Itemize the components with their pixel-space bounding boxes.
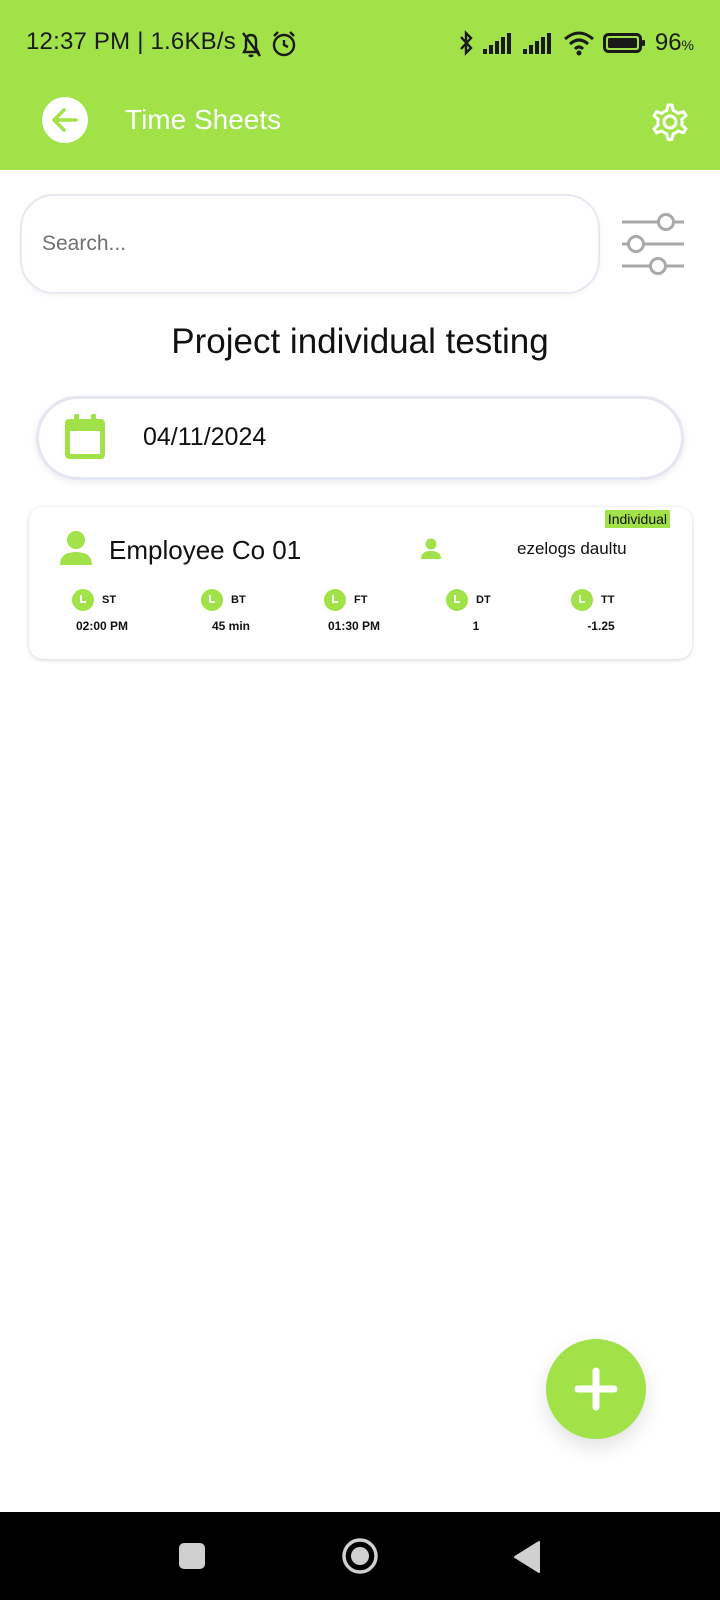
arrow-left-icon bbox=[52, 108, 78, 132]
stat-label: ST bbox=[102, 594, 117, 606]
recents-icon[interactable] bbox=[178, 1542, 206, 1570]
signal-icon bbox=[482, 33, 511, 54]
entry-type-badge: Individual bbox=[604, 510, 670, 528]
stat-value: 01:30 PM bbox=[327, 619, 381, 633]
stat-value: 45 min bbox=[211, 619, 250, 633]
clock-icon bbox=[446, 589, 468, 611]
clock-icon bbox=[201, 589, 223, 611]
stat-label: DT bbox=[476, 594, 491, 606]
clock-icon bbox=[324, 589, 346, 611]
date-picker[interactable]: 04/11/2024 bbox=[36, 396, 684, 480]
stat-break-time: BT 45 min bbox=[176, 589, 286, 649]
stat-dt: DT 1 bbox=[421, 589, 531, 649]
clock-icon bbox=[72, 589, 94, 611]
clock-icon bbox=[571, 589, 593, 611]
calendar-icon bbox=[65, 414, 105, 459]
status-notification-icons bbox=[242, 31, 296, 58]
stat-value: 1 bbox=[472, 619, 480, 633]
battery-percent: 96% bbox=[655, 29, 694, 57]
signal-icon bbox=[522, 33, 551, 54]
stat-finish-time: FT 01:30 PM bbox=[299, 589, 409, 649]
project-title: Project individual testing bbox=[171, 322, 549, 361]
date-value: 04/11/2024 bbox=[143, 423, 267, 451]
employee-name: Employee Co 01 bbox=[109, 535, 302, 565]
status-time: 12:37 PM | 1.6KB/s bbox=[26, 28, 236, 55]
person-icon bbox=[60, 531, 92, 565]
bell-muted-icon bbox=[242, 32, 261, 58]
battery-icon bbox=[602, 33, 645, 53]
app-bar: 12:37 PM | 1.6KB/s 96% Time Sheets bbox=[0, 0, 720, 170]
status-bar: 12:37 PM | 1.6KB/s 96% bbox=[0, 0, 720, 88]
battery-percent-value: 96 bbox=[654, 29, 682, 56]
search-box bbox=[20, 194, 600, 294]
add-entry-button[interactable] bbox=[546, 1339, 646, 1439]
person-icon bbox=[421, 538, 441, 559]
stat-value: 02:00 PM bbox=[75, 619, 129, 633]
back-button[interactable] bbox=[42, 97, 88, 143]
sliders-icon[interactable] bbox=[618, 208, 688, 278]
user-name: ezelogs daultu bbox=[517, 539, 627, 558]
battery-percent-suffix: % bbox=[681, 37, 694, 53]
status-system-icons: 96% bbox=[457, 26, 694, 60]
home-icon[interactable] bbox=[341, 1537, 379, 1575]
alarm-icon bbox=[272, 31, 296, 57]
plus-icon bbox=[574, 1367, 618, 1411]
stat-label: BT bbox=[231, 594, 246, 606]
stat-label: TT bbox=[601, 594, 615, 606]
gear-icon[interactable] bbox=[648, 100, 692, 144]
back-triangle-icon[interactable] bbox=[512, 1540, 542, 1574]
page-title: Time Sheets bbox=[125, 104, 282, 135]
timesheet-card[interactable]: Individual Employee Co 01 ezelogs daultu… bbox=[29, 507, 692, 659]
stat-total-time: TT -1.25 bbox=[546, 589, 656, 649]
system-nav-bar bbox=[0, 1512, 720, 1600]
search-input[interactable] bbox=[42, 226, 572, 262]
stat-value: -1.25 bbox=[587, 619, 615, 633]
bluetooth-icon bbox=[459, 30, 473, 56]
stat-label: FT bbox=[354, 594, 368, 606]
stat-start-time: ST 02:00 PM bbox=[47, 589, 157, 649]
wifi-icon bbox=[563, 31, 594, 56]
